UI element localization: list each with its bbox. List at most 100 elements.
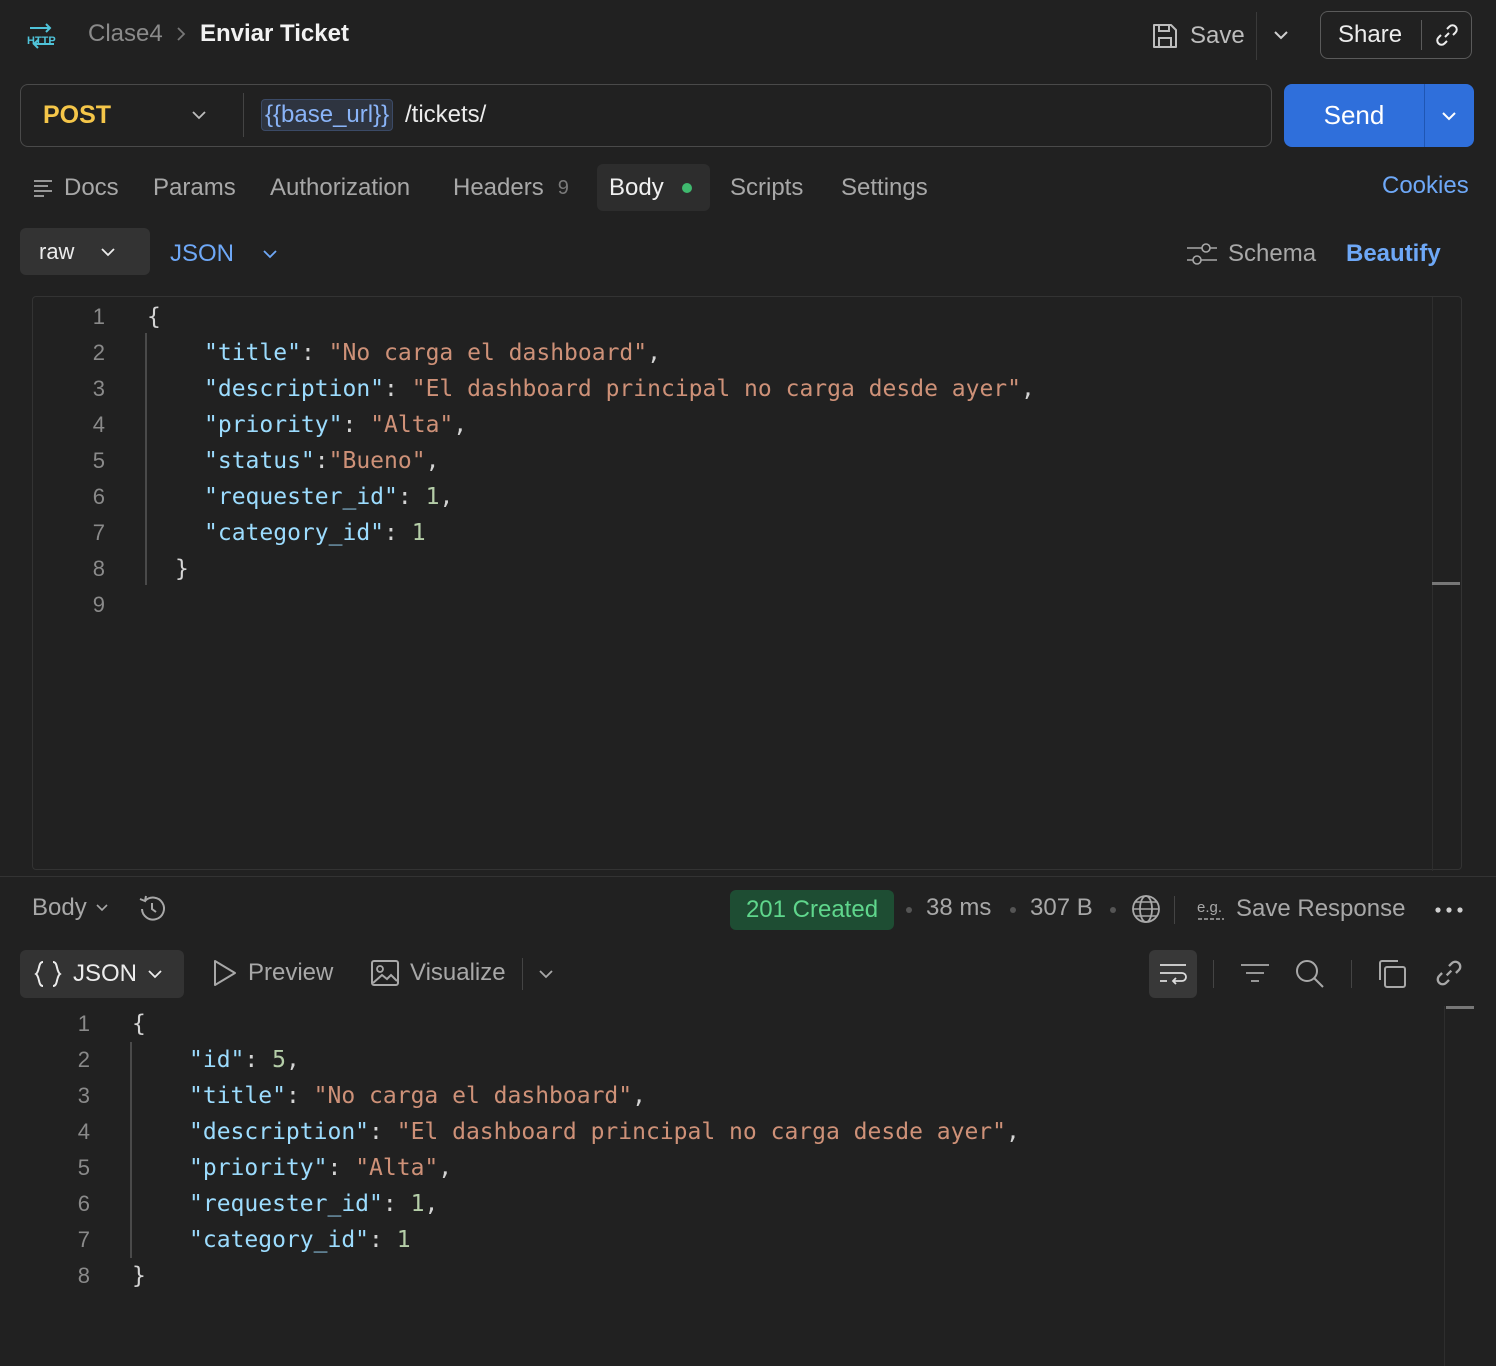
visualize-label: Visualize (410, 959, 506, 986)
code-line[interactable]: 2 "title": "No carga el dashboard", (33, 335, 1035, 371)
json-key: "status" (204, 448, 315, 474)
visualize-button[interactable]: Visualize (370, 958, 506, 988)
code-line[interactable]: 1{ (20, 1006, 1020, 1042)
save-button[interactable]: Save (1150, 16, 1245, 56)
code-line[interactable]: 3 "title": "No carga el dashboard", (20, 1078, 1020, 1114)
code-line[interactable]: 7 "category_id": 1 (20, 1222, 1020, 1258)
response-divider[interactable] (0, 876, 1496, 877)
json-value: 1 (410, 1191, 425, 1217)
line-number: 1 (92, 304, 105, 329)
json-key: "title" (204, 340, 301, 366)
json-key: "category_id" (189, 1227, 370, 1253)
json-colon: : (244, 1047, 273, 1073)
request-url-bar: POST {{base_url}} /tickets/ (20, 84, 1272, 147)
divider (1351, 960, 1352, 988)
share-button[interactable]: Share (1320, 11, 1472, 59)
line-number: 5 (77, 1155, 90, 1180)
word-wrap-toggle[interactable] (1149, 950, 1197, 998)
link-icon[interactable] (1434, 958, 1464, 988)
code-line[interactable]: 7 "category_id": 1 (33, 515, 1035, 551)
response-format-selector[interactable]: JSON (20, 950, 184, 998)
request-code-lines: 1{2 "title": "No carga el dashboard", 3 "de… (33, 299, 1035, 623)
page-title[interactable]: Enviar Ticket (200, 20, 349, 48)
preview-label: Preview (248, 959, 334, 986)
tab-headers[interactable]: Headers 9 (453, 172, 569, 204)
visualize-options-chevron-icon[interactable] (538, 966, 554, 982)
code-text: "description": "El dashboard principal n… (90, 1114, 1020, 1150)
json-key: "requester_id" (204, 484, 398, 510)
filter-icon[interactable] (1240, 960, 1270, 988)
tab-label: Headers (453, 174, 544, 201)
separator-dot (906, 907, 912, 913)
send-options-chevron-icon[interactable] (1425, 107, 1458, 125)
json-colon: : (384, 520, 412, 546)
body-type-selector[interactable]: raw (20, 228, 150, 275)
example-icon: e.g. (1196, 894, 1226, 924)
chevron-down-icon[interactable] (191, 107, 207, 123)
json-comma: , (285, 1047, 300, 1073)
copy-link-icon[interactable] (1422, 22, 1460, 48)
code-line[interactable]: 4 "description": "El dashboard principal … (20, 1114, 1020, 1150)
schema-button[interactable]: Schema (1186, 240, 1316, 268)
editor-minimap-marker[interactable] (1432, 582, 1460, 585)
globe-icon[interactable] (1131, 894, 1161, 924)
docs-icon (32, 177, 54, 199)
chevron-down-icon (100, 244, 116, 260)
tab-docs[interactable]: Docs (32, 172, 119, 204)
line-number: 7 (92, 520, 105, 545)
code-line[interactable]: 8} (20, 1258, 1020, 1294)
code-line[interactable]: 9 (33, 587, 1035, 623)
response-size[interactable]: 307 B (1030, 894, 1093, 922)
url-variable-token[interactable]: {{base_url}} (261, 99, 394, 131)
method-selector[interactable]: POST (43, 101, 111, 130)
response-view-selector[interactable]: Body (32, 894, 109, 922)
status-badge[interactable]: 201 Created (730, 890, 894, 930)
code-line[interactable]: 3 "description": "El dashboard principal … (33, 371, 1035, 407)
copy-icon[interactable] (1376, 958, 1408, 990)
json-colon: : (314, 448, 329, 474)
response-time[interactable]: 38 ms (926, 894, 991, 922)
code-text: "requester_id": 1, (90, 1186, 438, 1222)
code-text: } (132, 1263, 146, 1289)
breadcrumb-parent[interactable]: Clase4 (88, 20, 163, 48)
code-line[interactable]: 5 "priority": "Alta", (20, 1150, 1020, 1186)
body-format-selector[interactable]: JSON (170, 240, 278, 268)
json-key: "title" (189, 1083, 286, 1109)
beautify-button[interactable]: Beautify (1346, 240, 1441, 268)
save-response-button[interactable]: e.g. Save Response (1196, 894, 1405, 924)
code-line[interactable]: 6 "requester_id": 1, (20, 1186, 1020, 1222)
code-line[interactable]: 8} (33, 551, 1035, 587)
json-key: "id" (189, 1047, 245, 1073)
chevron-right-icon (174, 26, 188, 42)
code-line[interactable]: 4 "priority": "Alta", (33, 407, 1035, 443)
response-view-label: Body (32, 894, 87, 921)
request-body-editor[interactable]: 1{2 "title": "No carga el dashboard", 3 "de… (32, 296, 1462, 871)
code-line[interactable]: 1{ (33, 299, 1035, 335)
wrap-lines-icon (1158, 959, 1188, 989)
json-value: 1 (411, 520, 426, 546)
tab-scripts[interactable]: Scripts (730, 172, 803, 204)
tab-settings[interactable]: Settings (841, 172, 928, 204)
tab-authorization[interactable]: Authorization (270, 172, 410, 204)
line-number: 7 (77, 1227, 90, 1252)
search-icon[interactable] (1294, 958, 1326, 990)
code-line[interactable]: 2 "id": 5, (20, 1042, 1020, 1078)
code-line[interactable]: 5 "status":"Bueno", (33, 443, 1035, 479)
history-icon[interactable] (136, 893, 168, 925)
more-options-icon[interactable] (1434, 906, 1464, 914)
url-input[interactable]: /tickets/ (405, 101, 486, 129)
send-button[interactable]: Send (1284, 84, 1474, 147)
cookies-link[interactable]: Cookies (1382, 172, 1469, 200)
json-value: 5 (272, 1047, 286, 1073)
line-number: 4 (77, 1119, 90, 1144)
json-value: 1 (425, 484, 440, 510)
preview-button[interactable]: Preview (212, 958, 333, 988)
tab-params[interactable]: Params (153, 172, 236, 204)
code-line[interactable]: 6 "requester_id": 1, (33, 479, 1035, 515)
braces-icon (33, 959, 63, 989)
save-options-chevron-icon[interactable] (1272, 26, 1290, 44)
divider (522, 958, 523, 990)
tab-body[interactable]: Body (597, 164, 710, 211)
response-minimap-marker[interactable] (1446, 1006, 1474, 1009)
line-number: 4 (92, 412, 105, 437)
